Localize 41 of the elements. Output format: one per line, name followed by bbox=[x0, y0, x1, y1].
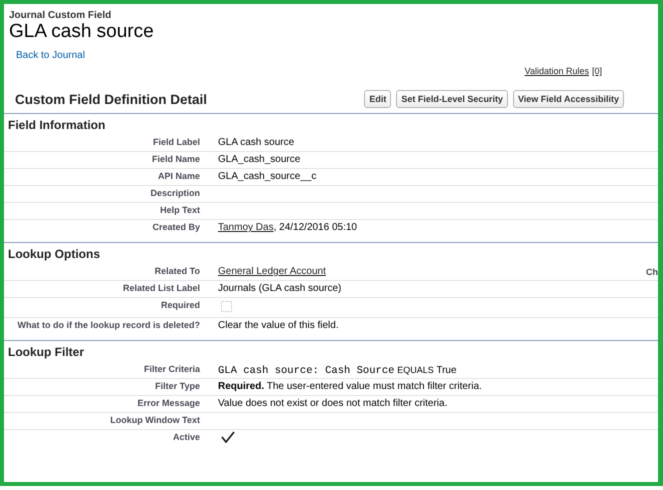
page-title: GLA cash source bbox=[9, 21, 155, 43]
field-value: Journals (GLA cash source) bbox=[218, 283, 342, 294]
validation-rules-link[interactable]: Validation Rules bbox=[524, 66, 589, 76]
filter-operator: EQUALS bbox=[397, 365, 434, 375]
field-value: Value does not exist or does not match filter criteria. bbox=[218, 398, 448, 409]
field-value: GLA_cash_source bbox=[218, 154, 300, 165]
field-label: Help Text bbox=[159, 204, 200, 216]
field-value: Required. The user-entered value must match filter criteria. bbox=[218, 381, 482, 392]
field-value: Clear the value of this field. bbox=[218, 320, 339, 331]
field-label: Filter Type bbox=[154, 380, 200, 392]
column-3-text: Ch bbox=[646, 266, 658, 277]
section-title: Lookup Filter bbox=[7, 344, 85, 361]
field-label: API Name bbox=[156, 170, 200, 182]
field-label: Error Message bbox=[136, 397, 200, 409]
field-label: Description bbox=[149, 187, 200, 199]
field-label: Filter Criteria bbox=[142, 363, 200, 375]
record-link[interactable]: Tanmoy Das bbox=[218, 222, 274, 233]
section-title: Lookup Options bbox=[7, 246, 101, 263]
action-button[interactable]: Set Field-Level Security bbox=[396, 90, 508, 108]
field-label: Active bbox=[172, 431, 200, 443]
filter-field: GLA cash source: Cash Source bbox=[218, 365, 394, 377]
field-label: What to do if the lookup record is deleted? bbox=[16, 319, 200, 331]
action-button[interactable]: Edit bbox=[364, 90, 392, 108]
field-label: Field Label bbox=[152, 136, 200, 148]
field-label: Field Name bbox=[150, 153, 200, 165]
field-value: GLA cash source bbox=[218, 137, 294, 148]
validation-rules-count-link[interactable]: [0] bbox=[592, 66, 602, 76]
section-title: Field Information bbox=[7, 117, 106, 134]
filter-value: True bbox=[436, 365, 457, 376]
field-label: Created By bbox=[151, 221, 200, 233]
detail-title: Custom Field Definition Detail bbox=[15, 92, 208, 106]
field-label: Required bbox=[160, 299, 200, 311]
record-link[interactable]: General Ledger Account bbox=[218, 266, 326, 277]
object-type-label: Journal Custom Field bbox=[9, 10, 112, 21]
action-button[interactable]: View Field Accessibility bbox=[512, 90, 624, 108]
field-label: Related List Label bbox=[122, 282, 200, 294]
field-value: , 24/12/2016 05:10 bbox=[274, 222, 357, 233]
field-value: GLA_cash_source__c bbox=[218, 171, 316, 182]
field-label: Related To bbox=[154, 265, 200, 277]
field-label: Lookup Window Text bbox=[109, 414, 200, 426]
back-link[interactable]: Back to Journal bbox=[16, 50, 85, 61]
